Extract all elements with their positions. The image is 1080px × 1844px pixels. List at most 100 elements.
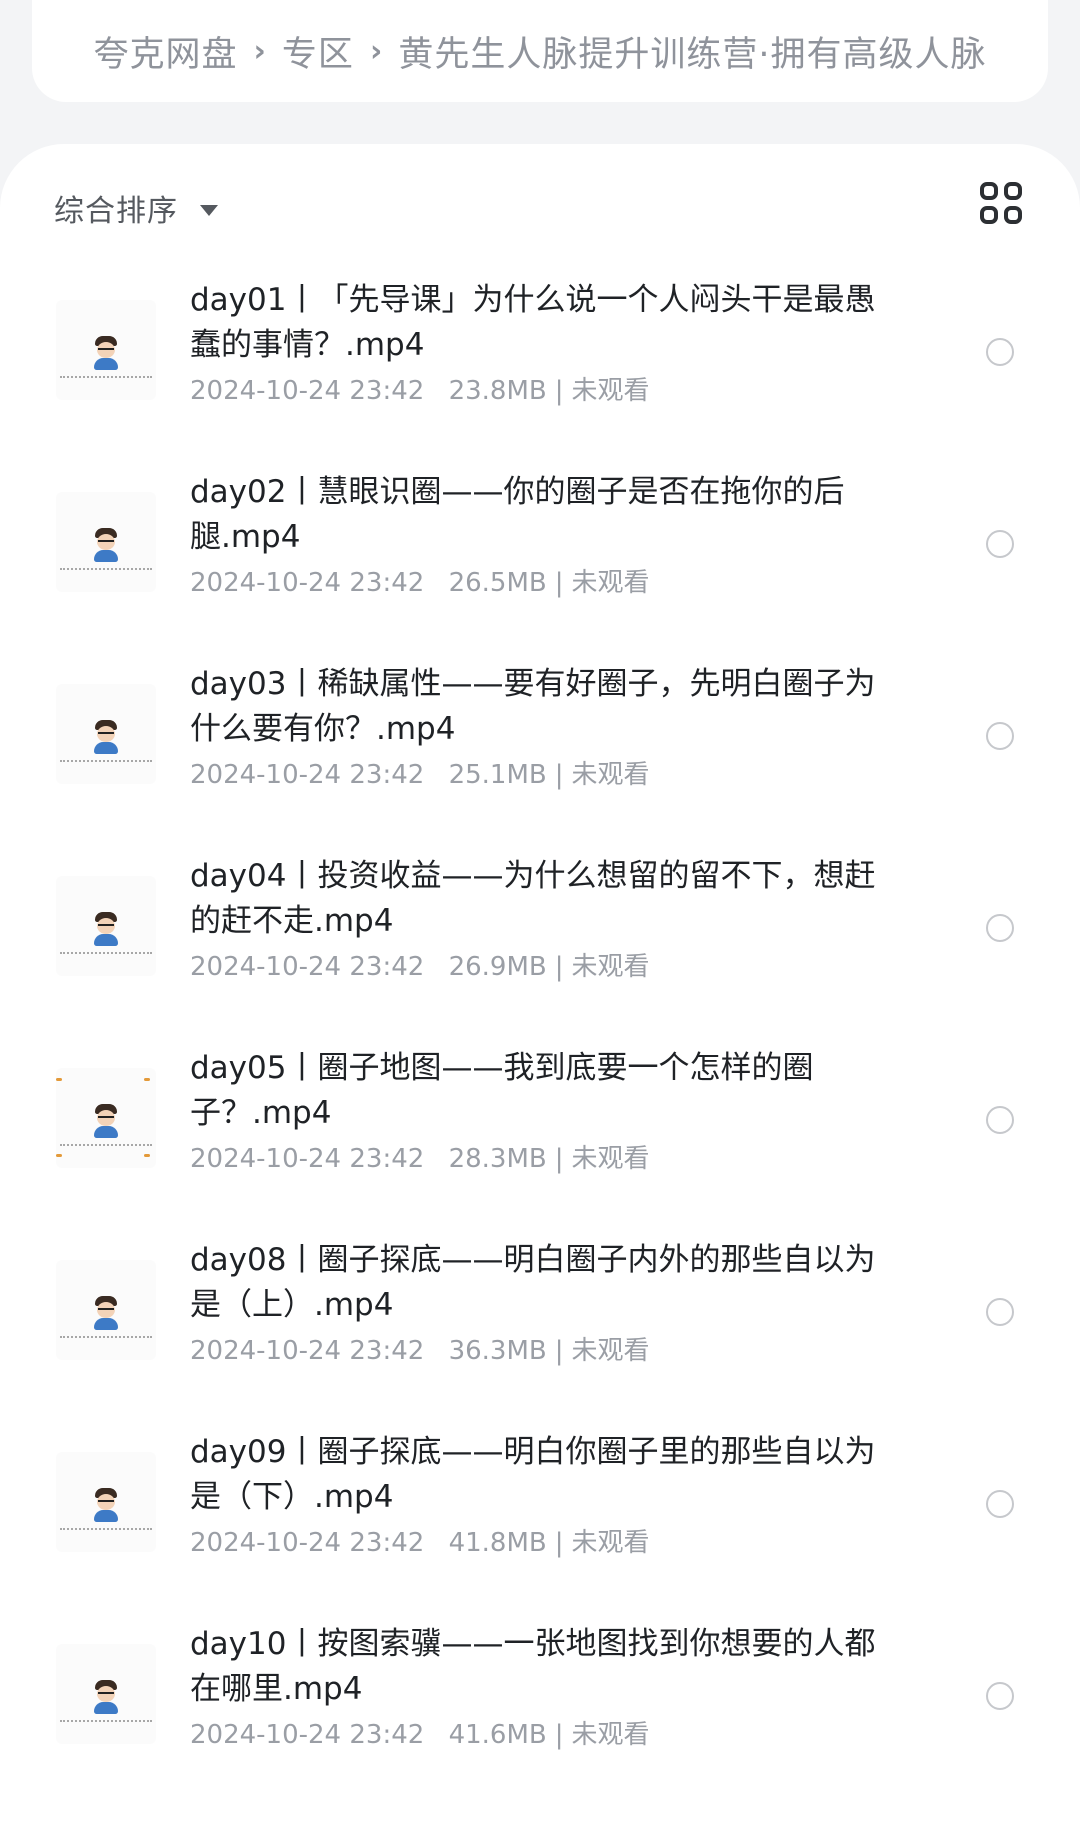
file-size: 26.5MB bbox=[448, 568, 547, 598]
select-radio[interactable] bbox=[986, 530, 1014, 558]
select-radio[interactable] bbox=[986, 1106, 1014, 1134]
video-thumbnail bbox=[56, 684, 156, 784]
file-meta: 2024-10-24 23:42 25.1MB | 未观看 bbox=[190, 754, 650, 791]
breadcrumb: 夸克网盘 › 专区 › 黄先生人脉提升训练营·拥有高级人脉 bbox=[32, 0, 1048, 102]
meta-separator: | bbox=[554, 568, 564, 598]
file-list-panel: 综合排序 day01丨「先导课」为什么说一个人闷头干是最愚蠢的事情？.mp4 2… bbox=[0, 144, 1080, 1844]
select-radio[interactable] bbox=[986, 1298, 1014, 1326]
meta-separator: | bbox=[554, 1720, 564, 1750]
avatar-icon bbox=[91, 1296, 121, 1330]
file-row[interactable]: day09丨圈子探底——明白你圈子里的那些自以为是（下）.mp4 2024-10… bbox=[0, 1410, 1080, 1602]
thumbnail-corner-mark bbox=[56, 1154, 62, 1157]
caret-down-icon bbox=[200, 204, 218, 216]
select-radio[interactable] bbox=[986, 914, 1014, 942]
thumbnail-corner-mark bbox=[56, 1078, 62, 1081]
watch-status: 未观看 bbox=[571, 568, 650, 598]
file-name: day03丨稀缺属性——要有好圈子，先明白圈子为什么要有你？.mp4 bbox=[190, 666, 876, 747]
file-date: 2024-10-24 23:42 bbox=[190, 1144, 425, 1174]
file-name: day05丨圈子地图——我到底要一个怎样的圈子？.mp4 bbox=[190, 1050, 814, 1131]
avatar-icon bbox=[91, 912, 121, 946]
select-radio[interactable] bbox=[986, 1490, 1014, 1518]
file-row[interactable]: day01丨「先导课」为什么说一个人闷头干是最愚蠢的事情？.mp4 2024-1… bbox=[0, 258, 1080, 450]
file-meta: 2024-10-24 23:42 26.9MB | 未观看 bbox=[190, 946, 650, 983]
file-row[interactable]: day03丨稀缺属性——要有好圈子，先明白圈子为什么要有你？.mp4 2024-… bbox=[0, 642, 1080, 834]
file-list: day01丨「先导课」为什么说一个人闷头干是最愚蠢的事情？.mp4 2024-1… bbox=[0, 258, 1080, 1794]
file-meta: 2024-10-24 23:42 23.8MB | 未观看 bbox=[190, 370, 650, 407]
file-date: 2024-10-24 23:42 bbox=[190, 952, 425, 982]
thumbnail-corner-mark bbox=[144, 1078, 150, 1081]
file-name: day09丨圈子探底——明白你圈子里的那些自以为是（下）.mp4 bbox=[190, 1434, 876, 1515]
thumbnail-caption bbox=[60, 760, 152, 764]
avatar-icon bbox=[91, 528, 121, 562]
file-size: 28.3MB bbox=[448, 1144, 547, 1174]
file-name: day01丨「先导课」为什么说一个人闷头干是最愚蠢的事情？.mp4 bbox=[190, 282, 876, 363]
watch-status: 未观看 bbox=[571, 760, 650, 790]
thumbnail-caption bbox=[60, 1528, 152, 1532]
select-radio[interactable] bbox=[986, 722, 1014, 750]
file-meta: 2024-10-24 23:42 26.5MB | 未观看 bbox=[190, 562, 650, 599]
grid-view-icon[interactable] bbox=[980, 182, 1024, 226]
file-name: day02丨慧眼识圈——你的圈子是否在拖你的后腿.mp4 bbox=[190, 474, 845, 555]
meta-separator: | bbox=[554, 760, 564, 790]
breadcrumb-item-current: 黄先生人脉提升训练营·拥有高级人脉 bbox=[398, 34, 987, 75]
thumbnail-caption bbox=[60, 1720, 152, 1724]
file-row[interactable]: day05丨圈子地图——我到底要一个怎样的圈子？.mp4 2024-10-24 … bbox=[0, 1026, 1080, 1218]
video-thumbnail bbox=[56, 300, 156, 400]
meta-separator: | bbox=[554, 1336, 564, 1366]
file-row[interactable]: day10丨按图索骥——一张地图找到你想要的人都在哪里.mp4 2024-10-… bbox=[0, 1602, 1080, 1794]
thumbnail-caption bbox=[60, 376, 152, 380]
file-name: day08丨圈子探底——明白圈子内外的那些自以为是（上）.mp4 bbox=[190, 1242, 876, 1323]
sort-label: 综合排序 bbox=[54, 194, 178, 229]
avatar-icon bbox=[91, 1104, 121, 1138]
avatar-icon bbox=[91, 336, 121, 370]
thumbnail-caption bbox=[60, 568, 152, 572]
video-thumbnail bbox=[56, 1644, 156, 1744]
thumbnail-caption bbox=[60, 1144, 152, 1148]
thumbnail-corner-mark bbox=[144, 1154, 150, 1157]
file-size: 41.8MB bbox=[448, 1528, 547, 1558]
file-date: 2024-10-24 23:42 bbox=[190, 1720, 425, 1750]
avatar-icon bbox=[91, 1680, 121, 1714]
video-thumbnail bbox=[56, 1452, 156, 1552]
file-size: 25.1MB bbox=[448, 760, 547, 790]
file-size: 36.3MB bbox=[448, 1336, 547, 1366]
watch-status: 未观看 bbox=[571, 376, 650, 406]
file-row[interactable]: day02丨慧眼识圈——你的圈子是否在拖你的后腿.mp4 2024-10-24 … bbox=[0, 450, 1080, 642]
video-thumbnail bbox=[56, 1068, 156, 1168]
file-row[interactable]: day08丨圈子探底——明白圈子内外的那些自以为是（上）.mp4 2024-10… bbox=[0, 1218, 1080, 1410]
file-size: 23.8MB bbox=[448, 376, 547, 406]
video-thumbnail bbox=[56, 876, 156, 976]
watch-status: 未观看 bbox=[571, 952, 650, 982]
file-meta: 2024-10-24 23:42 36.3MB | 未观看 bbox=[190, 1330, 650, 1367]
meta-separator: | bbox=[554, 376, 564, 406]
watch-status: 未观看 bbox=[571, 1720, 650, 1750]
breadcrumb-item-zone[interactable]: 专区 bbox=[282, 26, 354, 77]
file-meta: 2024-10-24 23:42 41.6MB | 未观看 bbox=[190, 1714, 650, 1751]
file-row[interactable]: day04丨投资收益——为什么想留的留不下，想赶的赶不走.mp4 2024-10… bbox=[0, 834, 1080, 1026]
file-date: 2024-10-24 23:42 bbox=[190, 760, 425, 790]
thumbnail-caption bbox=[60, 952, 152, 956]
meta-separator: | bbox=[554, 952, 564, 982]
video-thumbnail bbox=[56, 492, 156, 592]
avatar-icon bbox=[91, 720, 121, 754]
select-radio[interactable] bbox=[986, 338, 1014, 366]
video-thumbnail bbox=[56, 1260, 156, 1360]
meta-separator: | bbox=[554, 1528, 564, 1558]
breadcrumb-item-root[interactable]: 夸克网盘 bbox=[94, 26, 238, 77]
file-meta: 2024-10-24 23:42 41.8MB | 未观看 bbox=[190, 1522, 650, 1559]
meta-separator: | bbox=[554, 1144, 564, 1174]
chevron-right-icon: › bbox=[253, 33, 266, 69]
file-date: 2024-10-24 23:42 bbox=[190, 1336, 425, 1366]
watch-status: 未观看 bbox=[571, 1336, 650, 1366]
file-size: 41.6MB bbox=[448, 1720, 547, 1750]
file-date: 2024-10-24 23:42 bbox=[190, 376, 425, 406]
sort-dropdown[interactable]: 综合排序 bbox=[54, 180, 218, 236]
file-meta: 2024-10-24 23:42 28.3MB | 未观看 bbox=[190, 1138, 650, 1175]
watch-status: 未观看 bbox=[571, 1144, 650, 1174]
select-radio[interactable] bbox=[986, 1682, 1014, 1710]
file-name: day04丨投资收益——为什么想留的留不下，想赶的赶不走.mp4 bbox=[190, 858, 876, 939]
file-date: 2024-10-24 23:42 bbox=[190, 1528, 425, 1558]
chevron-right-icon: › bbox=[369, 33, 383, 69]
file-date: 2024-10-24 23:42 bbox=[190, 568, 425, 598]
avatar-icon bbox=[91, 1488, 121, 1522]
